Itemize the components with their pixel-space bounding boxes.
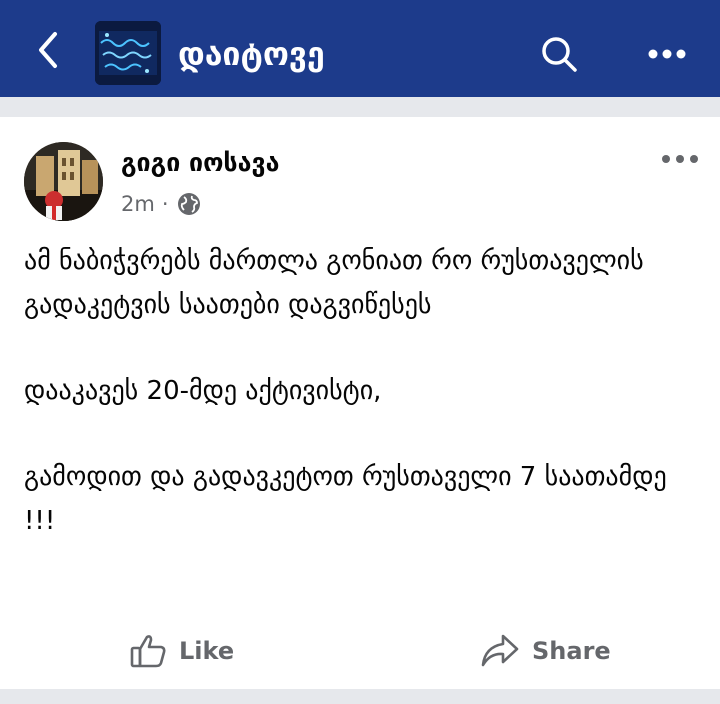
post-paragraph: გამოდით და გადავკეტოთ რუსთაველი 7 საათამ… (24, 462, 667, 536)
feed-separator (0, 97, 720, 117)
thumbs-up-icon (130, 635, 166, 668)
group-thumbnail[interactable] (95, 21, 161, 85)
post-card: გიგი იოსავა 2m · ამ ნაბიჭვრებს მართლა გო… (0, 117, 720, 689)
feed-separator (0, 689, 720, 704)
group-title[interactable]: დაიტოვე (178, 32, 325, 76)
chevron-left-icon (39, 32, 57, 68)
post-body: ამ ნაბიჭვრებს მართლა გონიათ რო რუსთაველი… (24, 239, 704, 543)
post-timestamp[interactable]: 2m (121, 192, 155, 216)
more-horizontal-icon (662, 155, 698, 163)
app-header: დაიტოვე (0, 0, 720, 97)
like-button[interactable]: Like (129, 629, 234, 673)
post-author[interactable]: გიგი იოსავა (121, 145, 279, 181)
share-label: Share (532, 637, 611, 665)
search-button[interactable] (535, 30, 583, 78)
post-paragraph: ამ ნაბიჭვრებს მართლა გონიათ რო რუსთაველი… (24, 246, 644, 320)
share-arrow-icon (481, 634, 519, 667)
post-actions: Like Share (0, 619, 720, 683)
meta-separator: · (161, 192, 169, 216)
post-meta: 2m · (121, 189, 201, 219)
more-options-button[interactable] (642, 30, 692, 78)
search-icon (542, 37, 577, 72)
share-button[interactable]: Share (480, 629, 611, 673)
back-button[interactable] (26, 28, 70, 72)
globe-icon (177, 193, 200, 215)
avatar[interactable] (24, 142, 103, 221)
more-horizontal-icon (648, 49, 686, 59)
like-label: Like (179, 637, 235, 665)
post-paragraph: დააკავეს 20-მდე აქტივისტი, (24, 376, 382, 406)
post-options-button[interactable] (658, 145, 702, 173)
